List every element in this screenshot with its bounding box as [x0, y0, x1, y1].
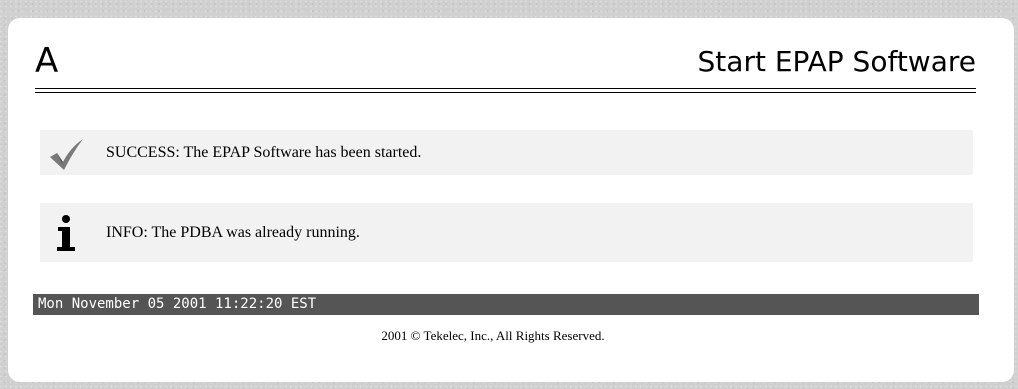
success-message: SUCCESS: The EPAP Software has been star…: [40, 130, 973, 175]
checkmark-icon: [50, 139, 83, 170]
info-message-text: INFO: The PDBA was already running.: [106, 224, 360, 241]
copyright-notice: 2001 © Tekelec, Inc., All Rights Reserve…: [381, 328, 605, 343]
status-datetime: Mon November 05 2001 11:22:20 EST: [38, 296, 317, 312]
info-message: INFO: The PDBA was already running.: [40, 203, 973, 262]
info-icon: [57, 215, 75, 251]
main-panel: A Start EPAP Software SUCCESS: The EPAP …: [8, 18, 1014, 382]
status-bar: Mon November 05 2001 11:22:20 EST: [33, 294, 979, 315]
header-divider-secondary: [35, 92, 976, 93]
header-divider: [35, 88, 976, 89]
page-header: A Start EPAP Software: [35, 18, 976, 92]
success-message-text: SUCCESS: The EPAP Software has been star…: [106, 144, 422, 161]
page-title: Start EPAP Software: [697, 45, 976, 78]
header-letter: A: [35, 41, 59, 81]
